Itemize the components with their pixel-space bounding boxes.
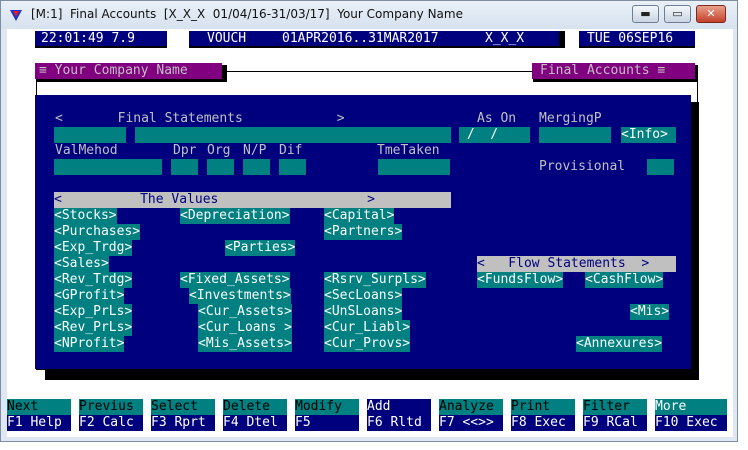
fkey-delete[interactable]: Delete — [223, 399, 287, 415]
parties-button[interactable]: <Parties> — [225, 240, 296, 256]
rev-prls-button[interactable]: <Rev_PrLs> — [54, 320, 133, 336]
maximize-button[interactable]: ▭ — [664, 5, 691, 23]
main-panel: < Final Statements > As On MergingP / / … — [35, 95, 691, 369]
rev-trdg-button[interactable]: <Rev_Trdg> — [54, 272, 133, 288]
as-on-date-input[interactable]: / / — [459, 127, 530, 143]
final-statements-label: < Final Statements > — [55, 111, 345, 126]
minimize-button[interactable]: ▬ — [632, 5, 659, 23]
cur-loans-button[interactable]: <Cur_Loans > — [198, 320, 292, 336]
secloans-button[interactable]: <SecLoans> — [324, 288, 403, 304]
clock-display: 22:01:49 7.9 — [35, 31, 167, 46]
app-window: [M:1] Final Accounts [X_X_X 01/04/16-31/… — [0, 0, 738, 442]
period-label: 01APR2016..31MAR2017 — [282, 31, 439, 46]
dif-label: Dif — [279, 143, 303, 158]
fkey-f6-rltd[interactable]: F6 Rltd — [367, 415, 431, 431]
company-code-label: X_X_X — [485, 31, 525, 46]
mis-assets-button[interactable]: <Mis_Assets> — [198, 336, 292, 352]
partners-button[interactable]: <Partners> — [324, 224, 403, 240]
fkey-f8-exec[interactable]: F8 Exec — [511, 415, 575, 431]
fkey-print[interactable]: Print — [511, 399, 575, 415]
provisional-input[interactable] — [647, 159, 674, 175]
fkey-previous[interactable]: Previus — [79, 399, 143, 415]
fkey-f2-calc[interactable]: F2 Calc — [79, 415, 143, 431]
valmethod-label: ValMehod — [55, 143, 118, 158]
np-input[interactable] — [243, 159, 270, 175]
stocks-button[interactable]: <Stocks> — [54, 208, 117, 224]
dpr-label: Dpr — [173, 143, 197, 158]
np-label: N/P — [243, 143, 267, 158]
cashflow-button[interactable]: <CashFlow> — [585, 272, 664, 288]
as-on-label: As On — [477, 111, 517, 126]
app-logo-icon — [10, 10, 22, 21]
terminal-area: 22:01:49 7.9 VOUCH 01APR2016..31MAR2017 … — [7, 29, 733, 437]
company-header: ≡ Your Company Name — [35, 63, 222, 79]
mode-label: VOUCH — [207, 31, 247, 46]
fkey-f5[interactable]: F5 — [295, 415, 359, 431]
tmetaken-label: TmeTaken — [377, 143, 440, 158]
mis-button[interactable]: <Mis> — [630, 304, 670, 320]
nprofit-button[interactable]: <NProfit> — [54, 336, 125, 352]
status-panel: VOUCH 01APR2016..31MAR2017 X_X_X — [189, 31, 559, 46]
fkey-f1-help[interactable]: F1 Help — [7, 415, 71, 431]
fkey-add[interactable]: Add — [367, 399, 431, 415]
unsloans-button[interactable]: <UnSLoans> — [324, 304, 403, 320]
merging-input[interactable] — [539, 127, 611, 143]
info-button[interactable]: <Info> — [621, 127, 676, 143]
purchases-button[interactable]: <Purchases> — [54, 224, 141, 240]
fkey-next[interactable]: Next — [7, 399, 71, 415]
rsrv-surpls-button[interactable]: <Rsrv_Surpls> — [324, 272, 426, 288]
cur-liabl-button[interactable]: <Cur_Liabl> — [324, 320, 411, 336]
provisional-label: Provisional — [539, 159, 626, 174]
title-bar: [M:1] Final Accounts [X_X_X 01/04/16-31/… — [1, 1, 737, 29]
statement-name-input[interactable] — [135, 127, 451, 143]
cur-assets-button[interactable]: <Cur_Assets> — [198, 304, 292, 320]
exp-prls-button[interactable]: <Exp_PrLs> — [54, 304, 133, 320]
depreciation-button[interactable]: <Depreciation> — [180, 208, 290, 224]
org-input[interactable] — [207, 159, 234, 175]
values-header: < The Values > — [54, 192, 451, 208]
fkey-more[interactable]: More — [655, 399, 727, 415]
merging-label: MergingP — [539, 111, 602, 126]
fundsflow-button[interactable]: <FundsFlow> — [477, 272, 564, 288]
investments-button[interactable]: <Investments> — [189, 288, 291, 304]
dif-input[interactable] — [279, 159, 306, 175]
fkey-f10-exec[interactable]: F10 Exec — [655, 415, 727, 431]
fkey-modify[interactable]: Modify — [295, 399, 359, 415]
module-header: Final Accounts ≡ — [532, 63, 695, 79]
fkey-f4-dtel[interactable]: F4 Dtel — [223, 415, 287, 431]
org-label: Org — [207, 143, 231, 158]
window-title: [M:1] Final Accounts [X_X_X 01/04/16-31/… — [31, 7, 463, 21]
sales-button[interactable]: <Sales> — [54, 256, 109, 272]
fkey-f7-scroll[interactable]: F7 <<>> — [439, 415, 503, 431]
close-button[interactable]: ✕ — [696, 5, 726, 23]
gprofit-button[interactable]: <GProfit> — [54, 288, 125, 304]
valmethod-input[interactable] — [54, 159, 162, 175]
fkey-f3-rprt[interactable]: F3 Rprt — [151, 415, 215, 431]
fkey-f9-rcal[interactable]: F9 RCal — [583, 415, 647, 431]
fkey-filter[interactable]: Filter — [583, 399, 647, 415]
fkey-analyze[interactable]: Analyze — [439, 399, 503, 415]
date-display: TUE 06SEP16 — [579, 31, 695, 46]
flow-statements-header: < Flow Statements > — [477, 256, 676, 272]
fkey-select[interactable]: Select — [151, 399, 215, 415]
capital-button[interactable]: <Capital> — [324, 208, 395, 224]
exp-trdg-button[interactable]: <Exp_Trdg> — [54, 240, 133, 256]
annexures-button[interactable]: <Annexures> — [576, 336, 663, 352]
statement-code-input[interactable] — [54, 127, 126, 143]
cur-provs-button[interactable]: <Cur_Provs> — [324, 336, 411, 352]
tmetaken-input[interactable] — [378, 159, 450, 175]
dpr-input[interactable] — [171, 159, 198, 175]
fixed-assets-button[interactable]: <Fixed_Assets> — [180, 272, 290, 288]
